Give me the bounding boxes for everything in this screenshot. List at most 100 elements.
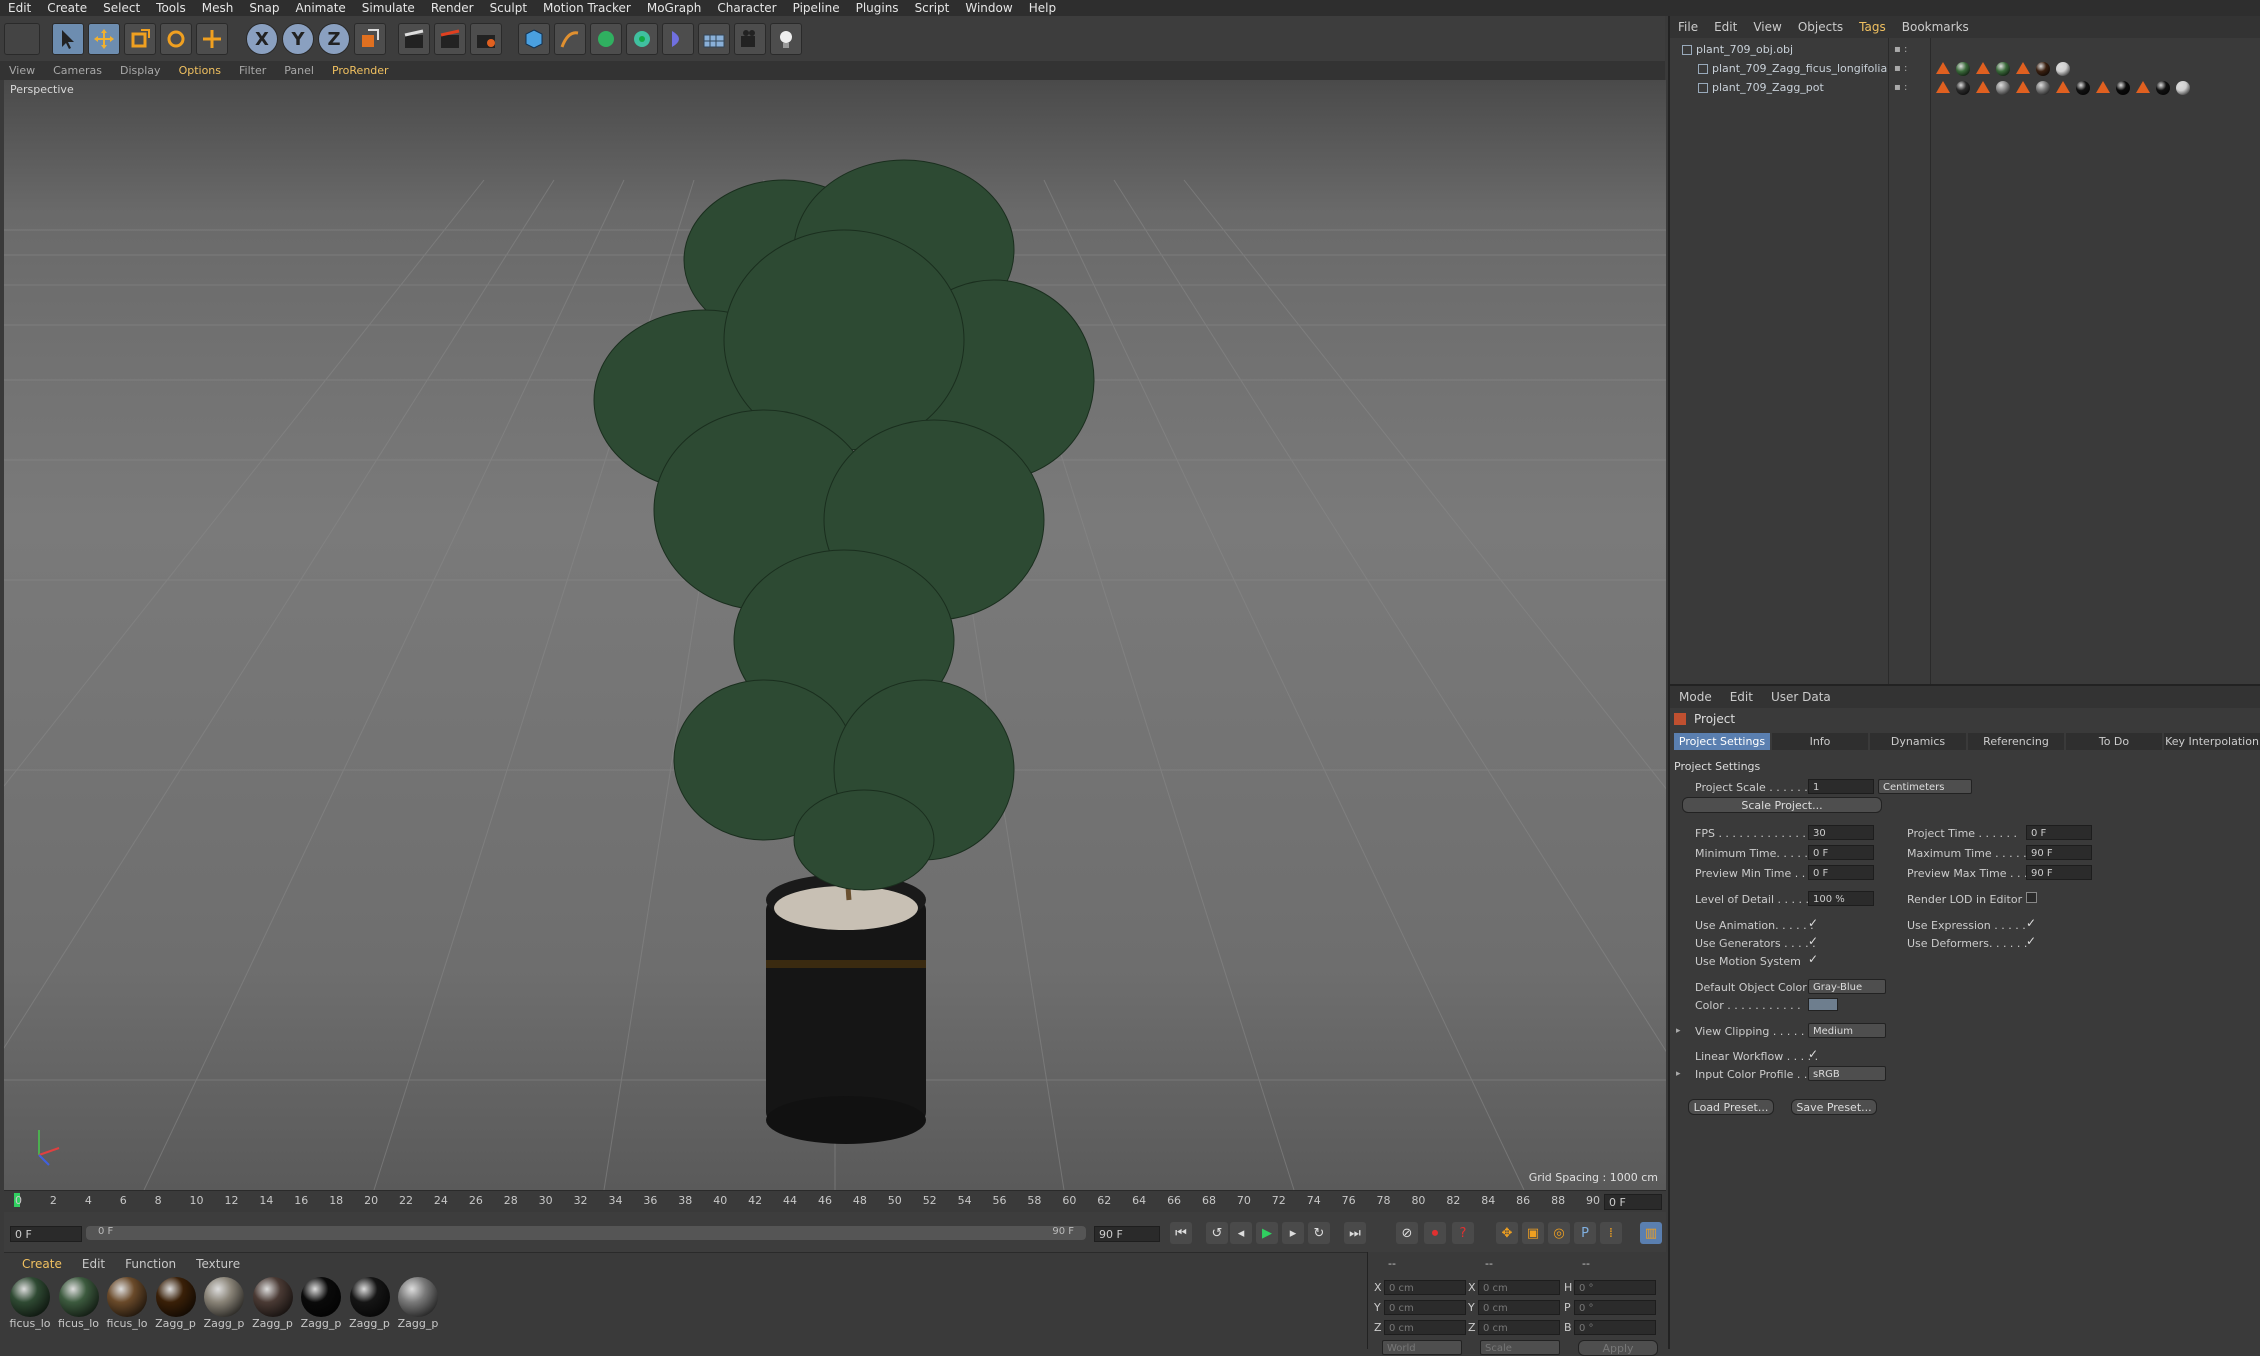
project-scale-unit-dropdown[interactable]: Centimeters xyxy=(1878,779,1972,794)
expand-arrow-icon[interactable]: ▸ xyxy=(1676,1069,1681,1079)
material-tag-icon[interactable] xyxy=(2116,81,2130,95)
use-deformers-checkbox[interactable]: ✓ xyxy=(2026,934,2036,948)
pen-spline-button[interactable] xyxy=(554,23,586,55)
move-tool-button[interactable] xyxy=(88,23,120,55)
render-view-button[interactable] xyxy=(398,23,430,55)
visibility-toggle-icon[interactable]: ▪ : xyxy=(1894,44,1907,55)
y-axis-lock-button[interactable]: Y xyxy=(282,23,314,55)
array-button[interactable] xyxy=(626,23,658,55)
viewport-menu-prorender[interactable]: ProRender xyxy=(323,64,398,77)
input-profile-dropdown[interactable]: sRGB xyxy=(1808,1066,1886,1081)
menu-render[interactable]: Render xyxy=(423,1,482,15)
floor-button[interactable] xyxy=(698,23,730,55)
next-key-button[interactable]: ↻ xyxy=(1308,1222,1330,1244)
coord-value-field[interactable]: 0 cm xyxy=(1384,1300,1466,1315)
om-menu-view[interactable]: View xyxy=(1745,20,1789,34)
prev-frame-button[interactable]: ◂ xyxy=(1230,1222,1252,1244)
goto-start-button[interactable]: ⏮ xyxy=(1170,1222,1192,1244)
viewport-menu-view[interactable]: View xyxy=(0,64,44,77)
menu-select[interactable]: Select xyxy=(95,1,148,15)
material-swatch[interactable]: Zagg_p xyxy=(154,1277,198,1330)
phong-tag-icon[interactable] xyxy=(2016,81,2030,93)
color-swatch[interactable] xyxy=(1808,998,1838,1011)
project-scale-field[interactable]: 1 xyxy=(1808,779,1874,794)
viewport-menu-filter[interactable]: Filter xyxy=(230,64,275,77)
menu-tools[interactable]: Tools xyxy=(148,1,194,15)
undo-button[interactable] xyxy=(4,23,40,55)
key-param-button[interactable]: P xyxy=(1574,1222,1596,1244)
material-swatch[interactable]: Zagg_p xyxy=(202,1277,246,1330)
live-select-button[interactable] xyxy=(196,23,228,55)
om-menu-edit[interactable]: Edit xyxy=(1706,20,1745,34)
material-tag-icon[interactable] xyxy=(1996,81,2010,95)
viewport-menu-options[interactable]: Options xyxy=(170,64,230,77)
phong-tag-icon[interactable] xyxy=(1936,62,1950,74)
key-scale-button[interactable]: ▣ xyxy=(1522,1222,1544,1244)
menu-animate[interactable]: Animate xyxy=(288,1,354,15)
menu-window[interactable]: Window xyxy=(957,1,1020,15)
phong-tag-icon[interactable] xyxy=(2016,62,2030,74)
keyframe-selection-button[interactable]: ? xyxy=(1452,1222,1474,1244)
phong-tag-icon[interactable] xyxy=(1976,62,1990,74)
material-swatch[interactable]: Zagg_p xyxy=(348,1277,392,1330)
use-animation-checkbox[interactable]: ✓ xyxy=(1808,916,1818,930)
viewport-menu-panel[interactable]: Panel xyxy=(275,64,323,77)
goto-end-button[interactable]: ⏭ xyxy=(1344,1222,1366,1244)
lod-field[interactable]: 100 % xyxy=(1808,891,1874,906)
om-menu-objects[interactable]: Objects xyxy=(1790,20,1851,34)
phong-tag-icon[interactable] xyxy=(2056,62,2070,76)
timeline-mode-button[interactable]: ▥ xyxy=(1640,1222,1662,1244)
material-menu-edit[interactable]: Edit xyxy=(72,1257,115,1271)
play-button[interactable]: ▶ xyxy=(1256,1222,1278,1244)
record-keys-button[interactable]: ⊘ xyxy=(1396,1222,1418,1244)
material-swatch[interactable]: Zagg_p xyxy=(299,1277,343,1330)
tab-project-settings[interactable]: Project Settings xyxy=(1674,733,1770,750)
coord-value-field[interactable]: 0 ° xyxy=(1574,1280,1656,1295)
tab-to-do[interactable]: To Do xyxy=(2066,733,2162,750)
phong-tag-icon[interactable] xyxy=(2176,81,2190,95)
coord-footer-world[interactable]: World xyxy=(1382,1340,1462,1355)
attr-menu-user-data[interactable]: User Data xyxy=(1762,690,1840,704)
coord-footer-apply[interactable]: Apply xyxy=(1578,1340,1658,1356)
x-axis-lock-button[interactable]: X xyxy=(246,23,278,55)
use-generators-checkbox[interactable]: ✓ xyxy=(1808,934,1818,948)
om-menu-bookmarks[interactable]: Bookmarks xyxy=(1894,20,1977,34)
menu-character[interactable]: Character xyxy=(709,1,784,15)
material-tag-icon[interactable] xyxy=(2156,81,2170,95)
save-preset-button[interactable]: Save Preset... xyxy=(1791,1099,1877,1115)
material-tag-icon[interactable] xyxy=(1956,81,1970,95)
coord-value-field[interactable]: 0 ° xyxy=(1574,1320,1656,1335)
render-lod-checkbox[interactable] xyxy=(2026,892,2037,903)
deformer-button[interactable] xyxy=(662,23,694,55)
material-menu-function[interactable]: Function xyxy=(115,1257,186,1271)
material-menu-create[interactable]: Create xyxy=(12,1257,72,1271)
key-position-button[interactable]: ✥ xyxy=(1496,1222,1518,1244)
select-tool-button[interactable] xyxy=(52,23,84,55)
end-frame-field[interactable]: 90 F xyxy=(1094,1226,1160,1242)
render-settings-button[interactable] xyxy=(470,23,502,55)
subdivision-surface-button[interactable] xyxy=(590,23,622,55)
material-tag-icon[interactable] xyxy=(2076,81,2090,95)
material-swatch[interactable]: ficus_lo xyxy=(57,1277,101,1330)
coord-value-field[interactable]: 0 cm xyxy=(1478,1320,1560,1335)
material-tag-icon[interactable] xyxy=(1996,62,2010,76)
preview-max-field[interactable]: 90 F xyxy=(2026,865,2092,880)
view-clipping-dropdown[interactable]: Medium xyxy=(1808,1023,1886,1038)
load-preset-button[interactable]: Load Preset... xyxy=(1688,1099,1774,1115)
phong-tag-icon[interactable] xyxy=(2096,81,2110,93)
key-rotation-button[interactable]: ◎ xyxy=(1548,1222,1570,1244)
material-tag-icon[interactable] xyxy=(2036,81,2050,95)
next-frame-button[interactable]: ▸ xyxy=(1282,1222,1304,1244)
viewport-menu-display[interactable]: Display xyxy=(111,64,170,77)
material-swatch[interactable]: Zagg_p xyxy=(396,1277,440,1330)
coord-value-field[interactable]: 0 cm xyxy=(1478,1280,1560,1295)
tab-referencing[interactable]: Referencing xyxy=(1968,733,2064,750)
menu-pipeline[interactable]: Pipeline xyxy=(785,1,848,15)
key-pla-button[interactable]: ⁞ xyxy=(1600,1222,1622,1244)
phong-tag-icon[interactable] xyxy=(1976,81,1990,93)
fps-field[interactable]: 30 xyxy=(1808,825,1874,840)
prev-key-button[interactable]: ↺ xyxy=(1206,1222,1228,1244)
use-motion-checkbox[interactable]: ✓ xyxy=(1808,952,1818,966)
visibility-toggle-icon[interactable]: ▪ : xyxy=(1894,63,1907,74)
default-color-dropdown[interactable]: Gray-Blue xyxy=(1808,979,1886,994)
